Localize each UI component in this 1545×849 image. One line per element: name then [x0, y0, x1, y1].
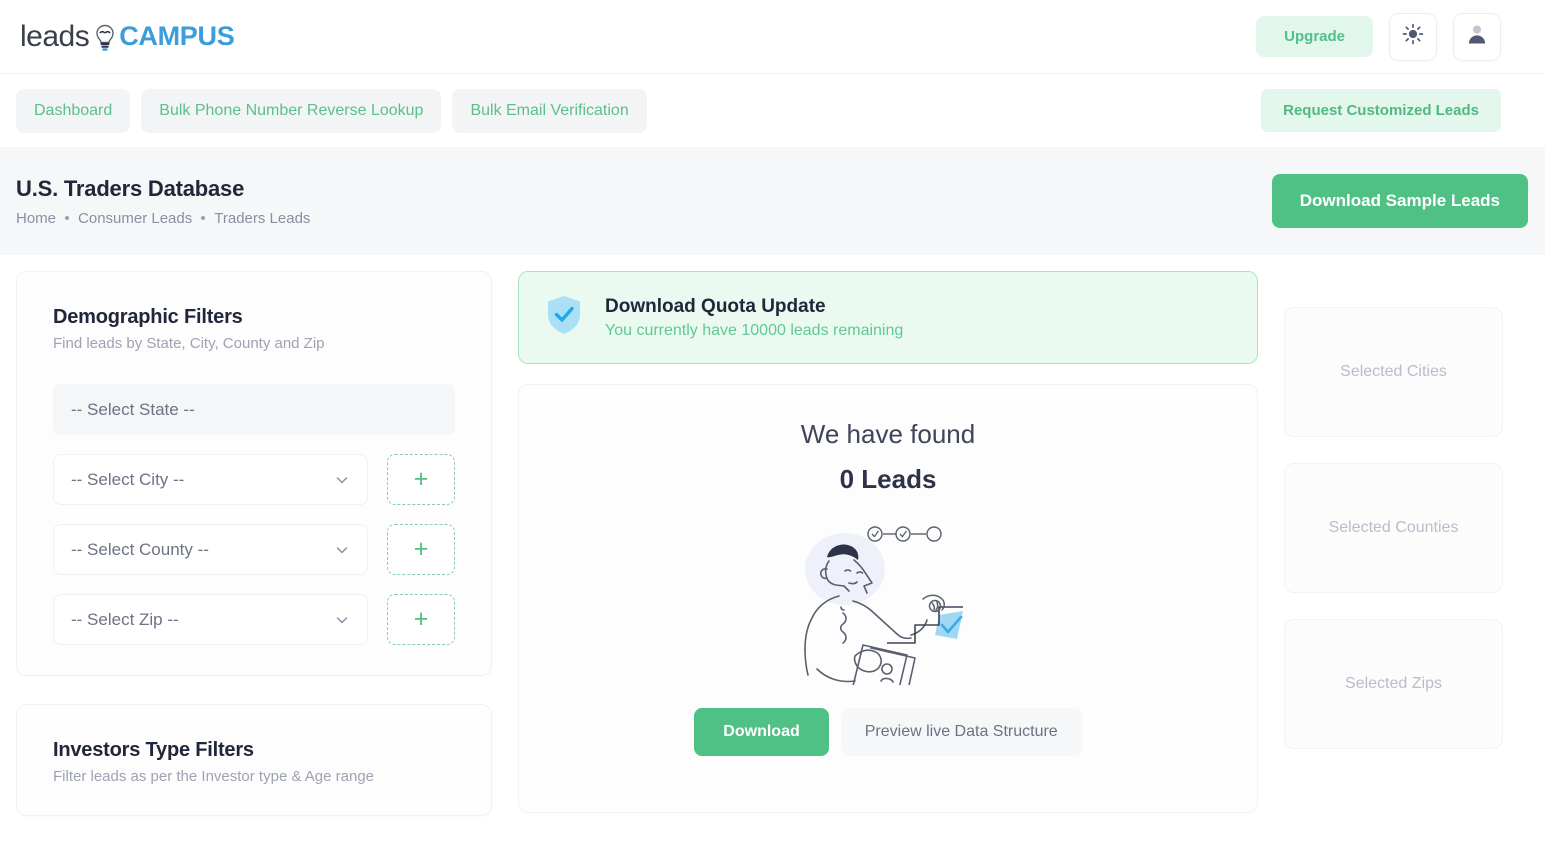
main-content: Demographic Filters Find leads by State,…	[0, 255, 1545, 816]
selected-zips-panel[interactable]: Selected Zips	[1284, 619, 1503, 749]
account-button[interactable]	[1453, 12, 1501, 61]
nav-item-bulk-email-verification[interactable]: Bulk Email Verification	[452, 88, 647, 133]
select-city-dropdown[interactable]: -- Select City --	[53, 454, 368, 505]
add-zip-button[interactable]: +	[387, 594, 455, 645]
investors-filters-subtitle: Filter leads as per the Investor type & …	[53, 768, 375, 785]
selected-counties-placeholder: Selected Counties	[1328, 519, 1459, 536]
results-actions: Download Preview live Data Structure	[694, 708, 1082, 756]
results-card: We have found 0 Leads Download Preview l…	[518, 384, 1258, 813]
quota-subtitle: You currently have 10000 leads remaining	[605, 321, 904, 339]
selected-cities-panel[interactable]: Selected Cities	[1284, 307, 1503, 437]
breadcrumb-item-traders-leads[interactable]: Traders Leads	[214, 210, 310, 227]
select-county-dropdown[interactable]: -- Select County --	[53, 524, 368, 575]
download-quota-card: Download Quota Update You currently have…	[518, 271, 1258, 364]
sun-icon	[1402, 23, 1424, 50]
download-sample-leads-button[interactable]: Download Sample Leads	[1271, 174, 1528, 228]
quota-title: Download Quota Update	[605, 295, 826, 317]
chevron-down-icon	[334, 612, 350, 628]
logo-text-leads: leads	[20, 19, 90, 53]
selected-cities-placeholder: Selected Cities	[1340, 363, 1447, 380]
plus-icon: +	[413, 605, 429, 633]
select-county-value: -- Select County --	[71, 539, 209, 559]
chevron-down-icon	[334, 542, 350, 558]
secondary-nav: Dashboard Bulk Phone Number Reverse Look…	[0, 74, 1545, 147]
preview-data-structure-button[interactable]: Preview live Data Structure	[840, 708, 1082, 756]
state-field-row: -- Select State --	[53, 384, 455, 435]
header-actions: Upgrade	[1256, 12, 1501, 61]
results-column: Download Quota Update You currently have…	[518, 271, 1258, 813]
select-zip-value: -- Select Zip --	[71, 609, 179, 629]
city-field-row: -- Select City -- +	[53, 454, 455, 505]
select-state-input[interactable]: -- Select State --	[53, 384, 455, 435]
selections-column: Selected Cities Selected Counties Select…	[1284, 271, 1503, 775]
chevron-down-icon	[334, 472, 350, 488]
add-city-button[interactable]: +	[387, 454, 455, 505]
selected-zips-placeholder: Selected Zips	[1345, 675, 1442, 692]
results-found-label: We have found	[800, 419, 976, 449]
select-state-value: -- Select State --	[71, 399, 195, 419]
logo-text-campus: CAMPUS	[119, 21, 235, 51]
breadcrumb-item-consumer-leads[interactable]: Consumer Leads	[78, 210, 192, 227]
breadcrumb-item-home[interactable]: Home	[16, 210, 56, 227]
theme-toggle-button[interactable]	[1389, 12, 1437, 61]
nav-item-bulk-phone-lookup[interactable]: Bulk Phone Number Reverse Lookup	[141, 88, 442, 133]
investors-filters-title: Investors Type Filters	[53, 739, 254, 761]
filters-column: Demographic Filters Find leads by State,…	[16, 271, 492, 816]
add-county-button[interactable]: +	[387, 524, 455, 575]
page-header-band: U.S. Traders Database Home Consumer Lead…	[0, 147, 1545, 255]
breadcrumb-separator-icon	[201, 216, 206, 220]
nav-item-dashboard[interactable]: Dashboard	[16, 88, 131, 133]
download-button[interactable]: Download	[694, 708, 829, 756]
demographic-filters-subtitle: Find leads by State, City, County and Zi…	[53, 335, 325, 352]
breadcrumb-separator-icon	[65, 216, 70, 220]
user-avatar-icon	[1466, 23, 1488, 50]
request-customized-leads-button[interactable]: Request Customized Leads	[1261, 89, 1501, 132]
select-city-value: -- Select City --	[71, 469, 185, 489]
plus-icon: +	[413, 535, 429, 563]
results-count: 0 Leads	[839, 464, 937, 494]
selected-counties-panel[interactable]: Selected Counties	[1284, 463, 1503, 593]
shield-check-icon	[545, 294, 583, 341]
select-zip-dropdown[interactable]: -- Select Zip --	[53, 594, 368, 645]
demographic-filters-title: Demographic Filters	[53, 306, 243, 328]
upgrade-button[interactable]: Upgrade	[1256, 16, 1373, 57]
county-field-row: -- Select County -- +	[53, 524, 455, 575]
plus-icon: +	[413, 465, 429, 493]
lightbulb-icon	[94, 22, 116, 52]
page-header-text: U.S. Traders Database Home Consumer Lead…	[16, 176, 310, 227]
breadcrumb: Home Consumer Leads Traders Leads	[16, 210, 310, 227]
app-header: leads CAMPUS Upgrade	[0, 0, 1545, 74]
demographic-filters-card: Demographic Filters Find leads by State,…	[16, 271, 492, 676]
page-title: U.S. Traders Database	[16, 175, 245, 201]
person-with-document-illustration	[783, 517, 993, 700]
quota-text: Download Quota Update You currently have…	[605, 296, 903, 340]
app-logo[interactable]: leads CAMPUS	[20, 19, 235, 54]
zip-field-row: -- Select Zip -- +	[53, 594, 455, 645]
investors-type-filters-card: Investors Type Filters Filter leads as p…	[16, 704, 492, 816]
